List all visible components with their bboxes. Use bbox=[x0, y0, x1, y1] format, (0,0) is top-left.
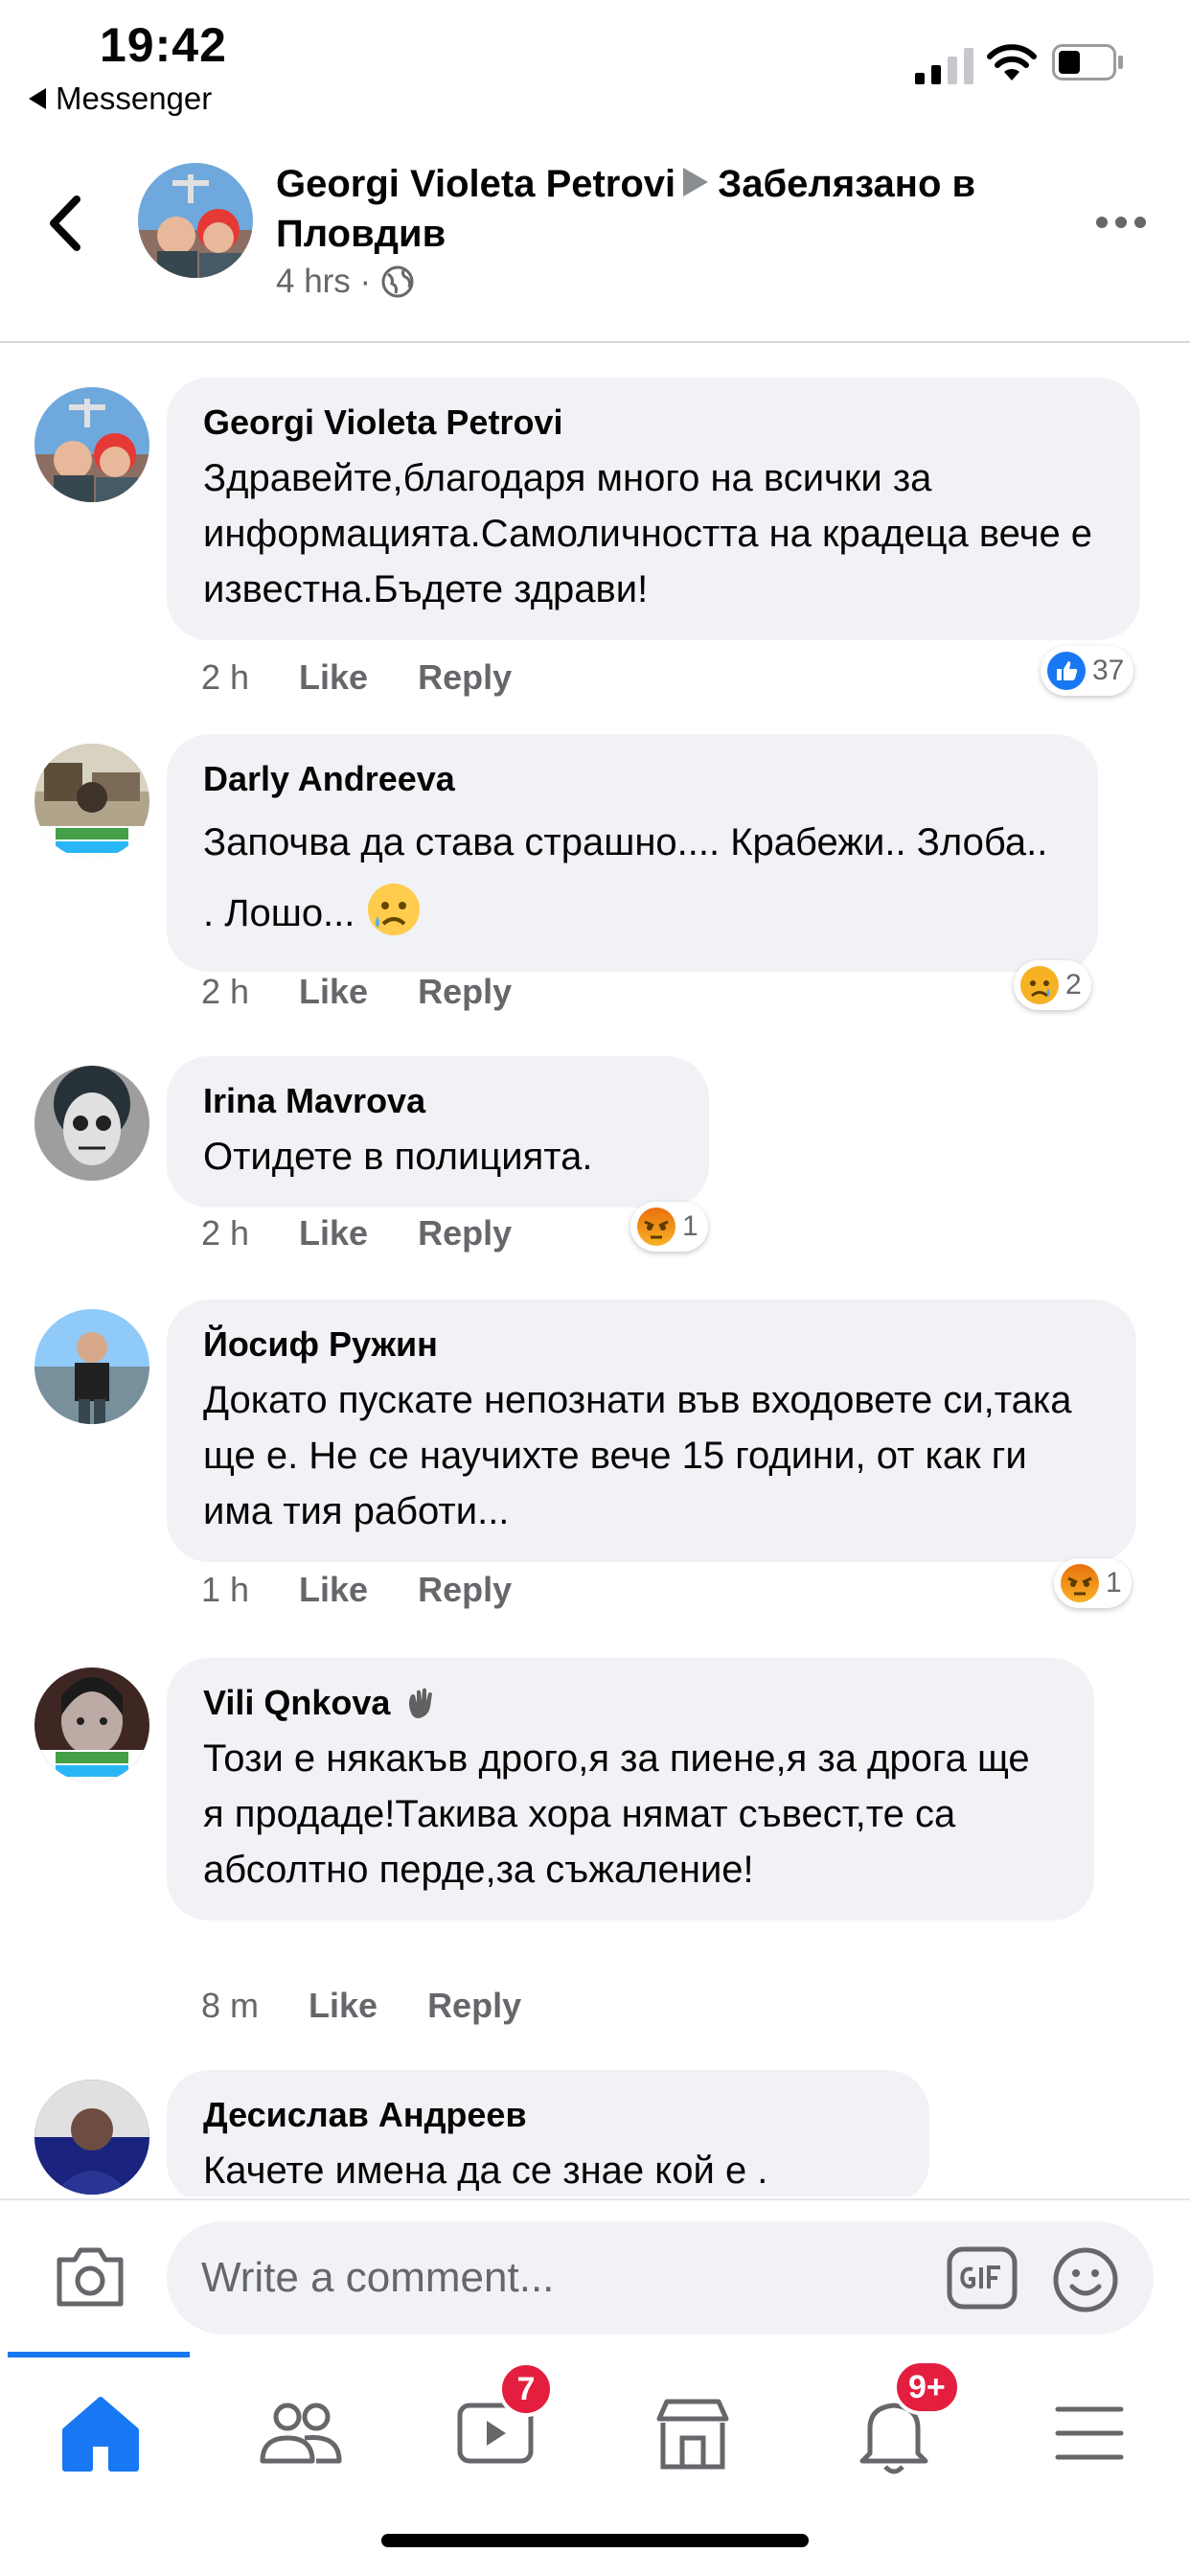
emoji-picker-icon[interactable] bbox=[1052, 2246, 1119, 2313]
comment-actions: 2 h Like Reply bbox=[201, 1213, 512, 1254]
comment-bubble[interactable]: Georgi Violeta Petrovi Здравейте,благода… bbox=[167, 378, 1140, 640]
comment-composer: Write a comment... bbox=[0, 2198, 1190, 2352]
comment-actions: 2 h Like Reply bbox=[201, 657, 512, 698]
angry-reaction-icon bbox=[1061, 1564, 1099, 1602]
post-time: 4 hrs · bbox=[276, 263, 372, 300]
like-button[interactable]: Like bbox=[299, 1570, 368, 1610]
home-indicator[interactable] bbox=[381, 2534, 809, 2547]
post-author-name[interactable]: Georgi Violeta Petrovi bbox=[276, 163, 675, 205]
reaction-summary[interactable]: 37 bbox=[1041, 646, 1134, 696]
camera-icon[interactable] bbox=[54, 2242, 126, 2310]
comment-text: Започва да става страшно.... Крабежи.. З… bbox=[203, 821, 1048, 934]
active-tab-indicator bbox=[8, 2352, 190, 2358]
angry-reaction-icon bbox=[637, 1208, 675, 1246]
wifi-icon bbox=[987, 44, 1037, 80]
status-bar: 19:42 Messenger bbox=[0, 0, 1190, 134]
reply-button[interactable]: Reply bbox=[427, 1986, 521, 2026]
commenter-name[interactable]: Vili Qnkova bbox=[203, 1681, 390, 1725]
notifications-badge: 9+ bbox=[893, 2359, 961, 2415]
commenter-name[interactable]: Darly Andreeva bbox=[203, 757, 1062, 801]
reply-button[interactable]: Reply bbox=[418, 657, 512, 698]
reaction-summary[interactable]: 2 bbox=[1014, 960, 1091, 1010]
comment-bubble[interactable]: Darly Andreeva Започва да става страшно.… bbox=[167, 734, 1098, 972]
sad-face-emoji-icon bbox=[367, 884, 420, 935]
sad-reaction-icon bbox=[1020, 966, 1059, 1004]
comment-text: Докато пускате непознати във входовете с… bbox=[203, 1379, 1072, 1532]
reply-button[interactable]: Reply bbox=[418, 1213, 512, 1254]
reaction-summary[interactable]: 1 bbox=[630, 1202, 708, 1252]
like-button[interactable]: Like bbox=[299, 657, 368, 698]
post-header: Georgi Violeta Petrovi Забелязано в Пловд… bbox=[0, 134, 1190, 343]
comment-time: 2 h bbox=[201, 657, 250, 697]
comment-text: Здравейте,благодаря много на всички за и… bbox=[203, 457, 1093, 610]
commenter-avatar[interactable] bbox=[34, 387, 149, 502]
comment-time: 1 h bbox=[201, 1570, 250, 1609]
reaction-summary[interactable]: 1 bbox=[1054, 1558, 1132, 1608]
comment-time: 8 m bbox=[201, 1986, 260, 2025]
back-arrow-icon bbox=[29, 88, 46, 109]
comment-text: Отидете в полицията. bbox=[203, 1136, 593, 1178]
author-avatar[interactable] bbox=[138, 163, 253, 278]
comment-bubble[interactable]: Irina Mavrova Отидете в полицията. bbox=[167, 1056, 709, 1208]
commenter-name[interactable]: Irina Mavrova bbox=[203, 1079, 673, 1123]
marketplace-icon[interactable] bbox=[640, 2380, 745, 2486]
comment-input-placeholder: Write a comment... bbox=[201, 2254, 555, 2301]
like-button[interactable]: Like bbox=[299, 1213, 368, 1254]
home-icon[interactable] bbox=[48, 2380, 153, 2486]
globe-icon bbox=[381, 265, 414, 298]
reply-button[interactable]: Reply bbox=[418, 1570, 512, 1610]
commenter-avatar[interactable] bbox=[34, 1309, 149, 1424]
comment-time: 2 h bbox=[201, 972, 250, 1011]
shared-to-arrow-icon bbox=[683, 168, 709, 196]
battery-icon bbox=[1052, 44, 1123, 80]
waving-hand-icon bbox=[409, 1688, 433, 1718]
menu-icon[interactable] bbox=[1037, 2380, 1142, 2486]
comment-bubble[interactable]: Vili Qnkova Този е някакъв дрого,я за пи… bbox=[167, 1658, 1094, 1920]
comment-text: Качете имена да се знае кой е . bbox=[203, 2150, 768, 2192]
post-meta: 4 hrs · bbox=[276, 263, 415, 301]
commenter-avatar[interactable] bbox=[34, 1066, 149, 1181]
status-time: 19:42 bbox=[100, 18, 227, 72]
back-to-messenger-link[interactable]: Messenger bbox=[29, 80, 212, 117]
reaction-count: 1 bbox=[682, 1210, 698, 1242]
reaction-count: 2 bbox=[1065, 969, 1082, 1000]
more-options-icon[interactable] bbox=[1094, 211, 1148, 234]
like-button[interactable]: Like bbox=[309, 1986, 378, 2026]
watch-badge: 7 bbox=[498, 2361, 554, 2417]
comment-actions: 2 h Like Reply bbox=[201, 972, 512, 1012]
like-button[interactable]: Like bbox=[299, 972, 368, 1012]
comment-bubble[interactable]: Йосиф Ружин Докато пускате непознати във… bbox=[167, 1300, 1136, 1562]
reply-button[interactable]: Reply bbox=[418, 972, 512, 1012]
reaction-count: 1 bbox=[1106, 1567, 1122, 1598]
comment-actions: 1 h Like Reply bbox=[201, 1570, 512, 1610]
cellular-signal-icon bbox=[915, 48, 973, 84]
comment-bubble[interactable]: Десислав Андреев Качете имена да се знае… bbox=[167, 2070, 929, 2196]
comment-actions: 8 m Like Reply bbox=[201, 1986, 521, 2026]
comment-text-wrap: Започва да става страшно.... Крабежи.. З… bbox=[203, 807, 1062, 949]
commenter-name-row[interactable]: Vili Qnkova bbox=[203, 1681, 1058, 1725]
commenter-avatar[interactable] bbox=[34, 2080, 149, 2195]
commenter-avatar[interactable] bbox=[34, 1668, 149, 1782]
back-app-label: Messenger bbox=[56, 80, 213, 116]
friends-icon[interactable] bbox=[247, 2380, 353, 2486]
reaction-count: 37 bbox=[1092, 655, 1125, 686]
commenter-name[interactable]: Десислав Андреев bbox=[203, 2093, 893, 2137]
back-chevron-icon[interactable] bbox=[42, 190, 90, 257]
commenter-avatar[interactable] bbox=[34, 744, 149, 859]
post-title[interactable]: Georgi Violeta Petrovi Забелязано в Пловд… bbox=[276, 159, 1081, 259]
commenter-name[interactable]: Йосиф Ружин bbox=[203, 1322, 1100, 1367]
gif-icon[interactable] bbox=[947, 2246, 1018, 2310]
comment-text: Този е някакъв дрого,я за пиене,я за дро… bbox=[203, 1737, 1030, 1891]
commenter-name[interactable]: Georgi Violeta Petrovi bbox=[203, 401, 1104, 445]
comment-list[interactable]: Georgi Violeta Petrovi Здравейте,благода… bbox=[0, 345, 1190, 2196]
like-reaction-icon bbox=[1047, 652, 1086, 690]
comment-time: 2 h bbox=[201, 1213, 250, 1253]
